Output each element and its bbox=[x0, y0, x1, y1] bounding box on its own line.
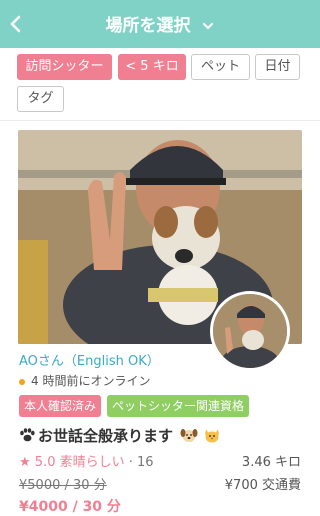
top-bar: 場所を選択 bbox=[0, 0, 320, 48]
online-status-text: 4 時間前にオンライン bbox=[31, 374, 151, 388]
original-price: ¥5000 / 30 分 bbox=[19, 478, 107, 493]
paw-icon bbox=[20, 428, 35, 442]
discounted-price: ¥4000 / 30 分 bbox=[19, 499, 121, 515]
filter-date[interactable]: 日付 bbox=[255, 54, 300, 80]
dog-face-icon bbox=[180, 429, 198, 442]
location-title: 場所を選択 bbox=[105, 16, 191, 36]
review-count: · 16 bbox=[128, 455, 154, 470]
chevron-down-icon bbox=[203, 23, 214, 29]
location-selector[interactable]: 場所を選択 bbox=[0, 11, 320, 36]
avatar-illustration bbox=[213, 294, 287, 368]
online-dot-icon bbox=[19, 378, 25, 385]
rating: ★ 5.0 素晴らしい · 16 bbox=[19, 451, 154, 470]
qualification-badge: ペットシッター関連資格 bbox=[107, 395, 250, 417]
rating-text: ★ 5.0 素晴らしい bbox=[19, 455, 125, 470]
cat-face-icon bbox=[205, 429, 220, 443]
service-title: お世話全般承ります bbox=[19, 425, 221, 446]
verified-badge: 本人確認済み bbox=[19, 395, 102, 417]
divider bbox=[0, 120, 320, 121]
filter-tag[interactable]: タグ bbox=[17, 86, 64, 112]
sitter-name[interactable]: AOさん（English OK） bbox=[19, 350, 160, 369]
sitter-avatar[interactable] bbox=[210, 291, 290, 371]
distance: 3.46 キロ bbox=[241, 455, 301, 470]
filter-pet[interactable]: ペット bbox=[191, 54, 250, 80]
service-title-text: お世話全般承ります bbox=[38, 427, 174, 445]
transport-fee: ¥700 交通費 bbox=[224, 478, 301, 493]
online-status: 4 時間前にオンライン bbox=[19, 372, 150, 389]
filter-visit-sitter[interactable]: 訪問シッター bbox=[17, 54, 112, 80]
filter-distance[interactable]: < 5 キロ bbox=[118, 54, 186, 80]
